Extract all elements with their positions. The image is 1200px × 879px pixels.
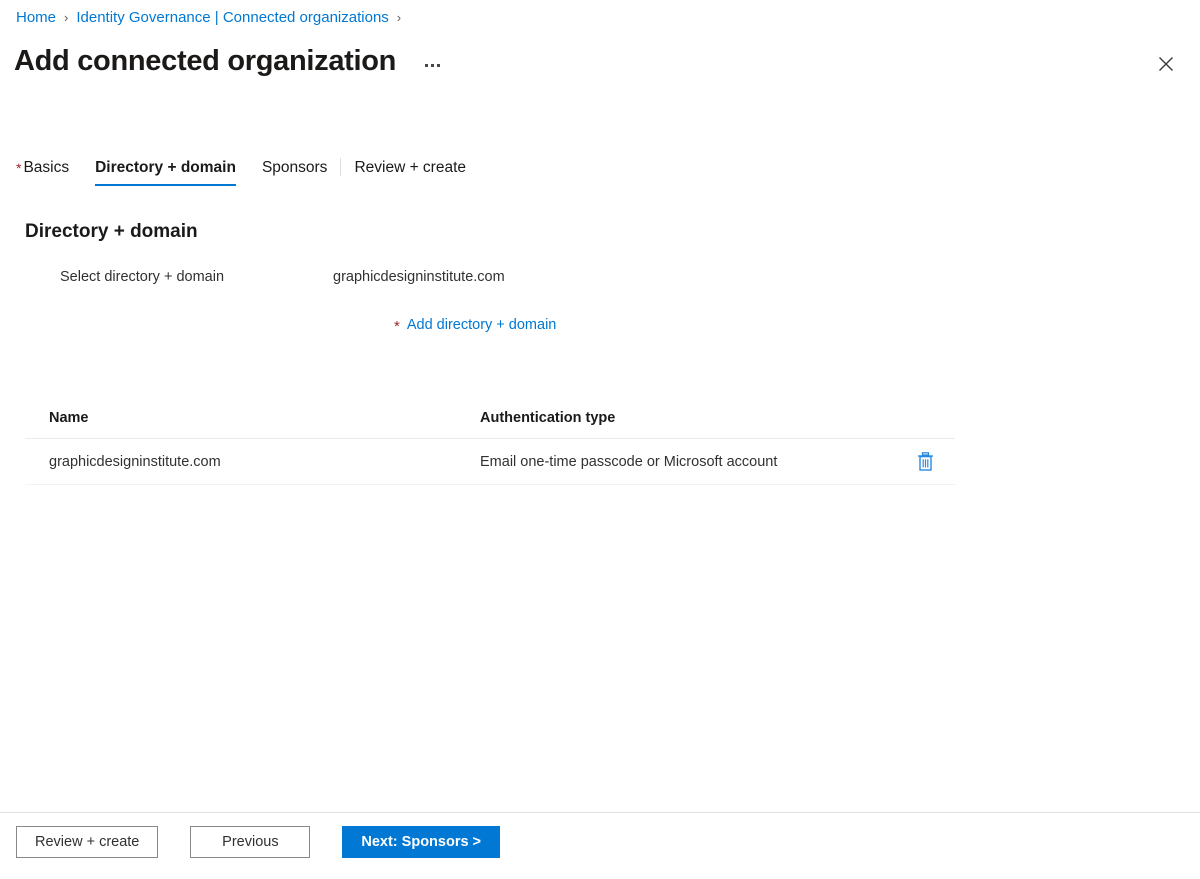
breadcrumb: Home › Identity Governance | Connected o… [16,8,409,28]
tab-sponsors[interactable]: Sponsors [249,155,340,190]
column-header-name: Name [49,410,89,426]
next-sponsors-button[interactable]: Next: Sponsors > [342,826,501,858]
tab-review-create-label: Review + create [354,159,467,176]
section-heading: Directory + domain [25,221,198,242]
breadcrumb-item-identity-governance[interactable]: Identity Governance | Connected organiza… [76,8,388,28]
page-title: Add connected organization [14,45,397,77]
previous-button[interactable]: Previous [190,826,311,858]
tab-directory-domain[interactable]: Directory + domain [82,155,249,190]
cell-authentication-type: Email one-time passcode or Microsoft acc… [480,453,778,470]
tab-sponsors-label: Sponsors [261,159,328,176]
ellipsis-icon [431,63,435,67]
ellipsis-icon [425,63,429,67]
trash-icon [917,452,933,471]
table-header-row: Name Authentication type [25,398,955,439]
delete-row-button[interactable] [911,448,939,476]
review-create-button[interactable]: Review + create [16,826,159,858]
tab-review-create[interactable]: Review + create [341,155,479,190]
column-header-authentication-type: Authentication type [480,410,616,426]
tab-basics-label: Basics [23,159,70,176]
add-directory-domain-row: * Add directory + domain [394,316,557,335]
add-directory-domain-link[interactable]: Add directory + domain [407,317,557,333]
table-row[interactable]: graphicdesigninstitute.com Email one-tim… [25,439,955,485]
select-directory-domain-label: Select directory + domain [60,269,225,285]
tab-directory-domain-label: Directory + domain [95,159,236,176]
directory-domain-table: Name Authentication type graphicdesignin… [25,398,955,485]
footer-divider [0,812,1200,813]
wizard-tabs: * Basics Directory + domain Sponsors Rev… [16,155,479,190]
breadcrumb-chevron-icon: › [396,10,402,25]
more-menu-button[interactable] [421,60,444,71]
tab-basics[interactable]: * Basics [16,155,82,190]
breadcrumb-chevron-icon: › [64,10,69,25]
select-directory-domain-row: Select directory + domain graphicdesigni… [0,267,1200,287]
select-directory-domain-value: graphicdesigninstitute.com [333,269,505,285]
page-header: Add connected organization [14,42,444,80]
close-button[interactable] [1150,48,1182,80]
wizard-footer: Review + create Previous Next: Sponsors … [16,826,501,858]
ellipsis-icon [437,63,441,67]
cell-name: graphicdesigninstitute.com [49,453,221,470]
close-icon [1159,57,1173,71]
cell-actions [895,448,955,476]
breadcrumb-item-home[interactable]: Home [16,8,56,28]
required-asterisk-icon: * [16,160,22,176]
required-asterisk-icon: * [394,318,400,335]
